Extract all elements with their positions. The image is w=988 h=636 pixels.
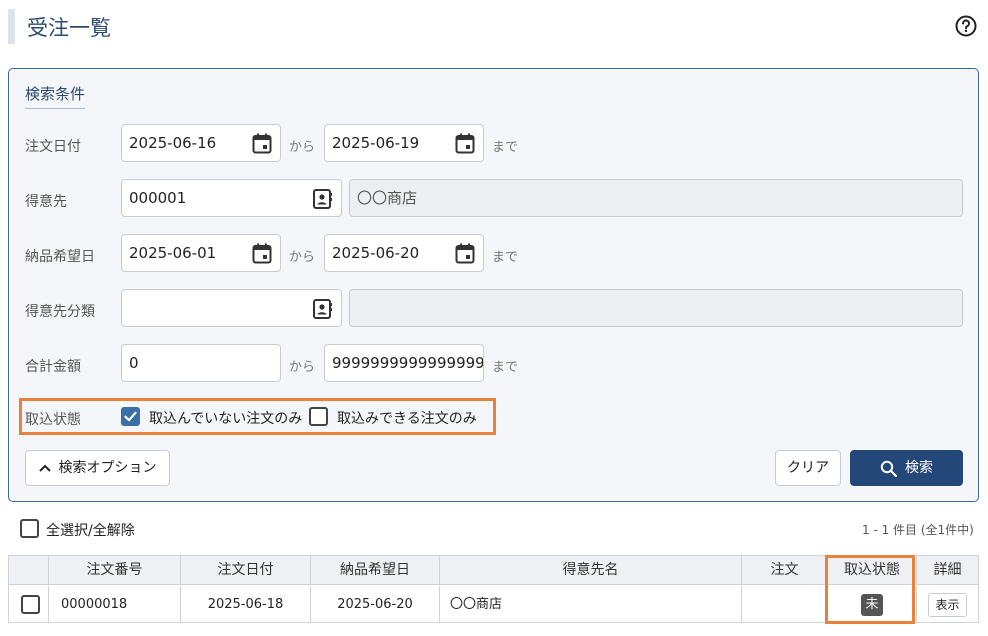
search-button[interactable]: 検索 xyxy=(850,450,963,486)
column-header[interactable]: 注文番号 xyxy=(49,556,181,585)
search-panel-title: 検索条件 xyxy=(25,83,86,109)
column-header[interactable]: 得意先名 xyxy=(440,556,742,585)
delivery-date-to-value: 2025-06-20 xyxy=(332,244,420,262)
order-cell xyxy=(742,586,828,623)
total-amount-to-value: 9999999999999999 xyxy=(332,354,484,372)
title-accent-bar xyxy=(8,9,15,44)
import-status-label: 取込状態 xyxy=(25,412,81,428)
customer-label: 得意先 xyxy=(25,194,67,210)
customer-name-field: 〇〇商店 xyxy=(349,179,963,217)
status-column-highlight xyxy=(825,555,915,624)
delivery-date-to-input[interactable]: 2025-06-20 xyxy=(324,234,484,272)
customer-code-input[interactable]: 000001 xyxy=(121,179,342,217)
range-from-text: から xyxy=(289,360,316,375)
order-number-cell: 00000018 xyxy=(49,586,181,623)
search-options-label: 検索オプション xyxy=(58,460,157,476)
calendar-icon[interactable] xyxy=(455,133,475,154)
range-to-text: まで xyxy=(492,140,519,155)
customer-category-label: 得意先分類 xyxy=(25,304,95,320)
customer-code-value: 000001 xyxy=(129,189,187,207)
row-checkbox[interactable] xyxy=(21,595,40,614)
chevron-up-icon xyxy=(38,464,51,472)
delivery-date-from-input[interactable]: 2025-06-01 xyxy=(121,234,281,272)
search-panel: 検索条件 注文日付 2025-06-16 から 2025-06-19 まで 得意… xyxy=(8,68,979,502)
detail-cell: 表示 xyxy=(917,586,978,623)
header-checkbox-cell xyxy=(9,556,49,585)
customer-category-code-input[interactable] xyxy=(121,289,342,327)
row-checkbox-cell xyxy=(9,586,49,623)
clear-button[interactable]: クリア xyxy=(775,450,841,486)
customer-name-value: 〇〇商店 xyxy=(357,189,418,207)
delivery-date-label: 納品希望日 xyxy=(25,249,95,265)
range-from-text: から xyxy=(289,250,316,265)
delivery-date-from-value: 2025-06-01 xyxy=(129,244,217,262)
total-amount-label: 合計金額 xyxy=(25,359,81,375)
order-date-from-value: 2025-06-16 xyxy=(129,134,217,152)
help-icon[interactable] xyxy=(955,15,977,37)
order-date-from-input[interactable]: 2025-06-16 xyxy=(121,124,281,162)
import-status-importable-checkbox[interactable] xyxy=(309,407,328,426)
customer-category-name-field xyxy=(349,289,963,327)
result-count: 1 - 1 件目 (全1件中) xyxy=(862,523,974,537)
range-from-text: から xyxy=(289,140,316,155)
import-status-unimported-label[interactable]: 取込んでいない注文のみ xyxy=(149,408,302,428)
import-status-importable-label[interactable]: 取込みできる注文のみ xyxy=(337,408,477,428)
order-date-to-value: 2025-06-19 xyxy=(332,134,420,152)
search-icon xyxy=(880,460,898,477)
total-amount-from-value: 0 xyxy=(129,354,139,372)
total-amount-to-input[interactable]: 9999999999999999 xyxy=(324,344,484,382)
calendar-icon[interactable] xyxy=(252,243,272,264)
column-header[interactable]: 注文日付 xyxy=(181,556,311,585)
search-button-label: 検索 xyxy=(905,460,933,476)
contact-card-icon[interactable] xyxy=(313,189,332,209)
calendar-icon[interactable] xyxy=(455,243,475,264)
delivery-date-cell: 2025-06-20 xyxy=(311,586,440,623)
search-options-button[interactable]: 検索オプション xyxy=(25,450,170,486)
total-amount-from-input[interactable]: 0 xyxy=(121,344,281,382)
select-all-checkbox[interactable] xyxy=(20,519,39,538)
select-all-label[interactable]: 全選択/全解除 xyxy=(46,520,135,540)
column-header[interactable]: 注文 xyxy=(742,556,828,585)
column-header[interactable]: 納品希望日 xyxy=(311,556,440,585)
range-to-text: まで xyxy=(492,250,519,265)
order-date-label: 注文日付 xyxy=(25,139,81,155)
page-title: 受注一覧 xyxy=(27,16,111,40)
range-to-text: まで xyxy=(492,360,519,375)
calendar-icon[interactable] xyxy=(252,133,272,154)
order-date-cell: 2025-06-18 xyxy=(181,586,311,623)
contact-card-icon[interactable] xyxy=(313,299,332,319)
customer-name-cell: 〇〇商店 xyxy=(440,586,742,623)
check-icon xyxy=(124,411,137,422)
show-detail-button[interactable]: 表示 xyxy=(928,592,967,617)
import-status-unimported-checkbox[interactable] xyxy=(121,407,140,426)
order-date-to-input[interactable]: 2025-06-19 xyxy=(324,124,484,162)
column-header: 詳細 xyxy=(933,562,962,578)
